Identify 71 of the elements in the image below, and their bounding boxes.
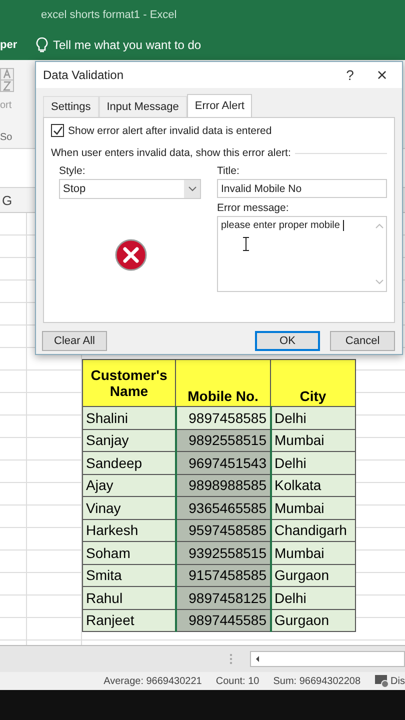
table-cell: Soham: [82, 542, 176, 564]
text-cursor-icon: [243, 237, 249, 251]
table-cell: Shalini: [82, 406, 176, 429]
display-settings-icon[interactable]: [374, 674, 389, 688]
table-cell: Delhi: [270, 452, 356, 474]
ribbon-tab[interactable]: per: [0, 39, 36, 51]
table-cell: 9392558515: [176, 542, 270, 564]
help-button[interactable]: ?: [334, 67, 366, 83]
title-field[interactable]: Invalid Mobile No: [217, 179, 387, 198]
sort-icon[interactable]: [0, 68, 14, 92]
table-cell: 9897445585: [176, 609, 270, 632]
chevron-down-icon: [188, 186, 196, 192]
table-cell: Delhi: [270, 406, 356, 429]
column-header[interactable]: G: [2, 192, 22, 208]
scroll-up-icon[interactable]: [374, 223, 384, 229]
error-message-field[interactable]: please enter proper mobile: [217, 216, 387, 292]
table-cell: Smita: [82, 564, 176, 586]
group-label: When user enters invalid data, show this error alert:: [51, 147, 291, 159]
field-label: Style:: [59, 165, 86, 177]
tell-me-search[interactable]: Tell me what you want to do: [36, 37, 202, 53]
table-cell: 9365465585: [176, 496, 270, 519]
field-label: Title:: [217, 165, 240, 177]
scroll-left-icon[interactable]: [254, 655, 262, 663]
dialog-button[interactable]: OK: [254, 331, 320, 351]
table-header-cell: Customer's Name: [82, 360, 176, 406]
dialog-button[interactable]: Clear All: [42, 331, 107, 351]
table-cell: 9897458585: [176, 406, 270, 429]
horizontal-scrollbar[interactable]: [250, 651, 405, 667]
table-header-cell: Mobile No.: [176, 360, 270, 406]
style-dropdown[interactable]: Stop: [59, 179, 201, 199]
table-header-cell: City: [270, 360, 356, 406]
field-label: Error message:: [217, 202, 290, 214]
dialog-button[interactable]: Cancel: [330, 331, 396, 351]
ribbon-label[interactable]: So: [0, 132, 12, 143]
scroll-down-icon[interactable]: [374, 279, 384, 285]
table-cell: Delhi: [270, 586, 356, 609]
table-cell: 9898988585: [176, 474, 270, 496]
table-cell: Ranjeet: [82, 609, 176, 632]
checkbox-label[interactable]: Show error alert after invalid data is entered: [68, 124, 272, 136]
dialog-title: Data Validation: [43, 68, 124, 82]
table-cell: Sandeep: [82, 452, 176, 474]
tab[interactable]: Settings: [43, 96, 99, 117]
lightbulb-icon: [36, 37, 48, 53]
table-cell: Gurgaon: [270, 609, 356, 632]
table-cell: 9697451543: [176, 452, 270, 474]
close-button[interactable]: ×: [366, 64, 398, 86]
table-cell: Chandigarh: [270, 519, 356, 542]
error-icon: [115, 239, 147, 271]
table-cell: 9892558515: [176, 429, 270, 452]
tab[interactable]: Error Alert: [186, 94, 252, 117]
table-cell: 9157458585: [176, 564, 270, 586]
table-cell: 9897458125: [176, 586, 270, 609]
status-text: Sum: 96694302208: [273, 676, 361, 686]
table-cell: Mumbai: [270, 542, 356, 564]
table-cell: Kolkata: [270, 474, 356, 496]
tab[interactable]: Input Message: [98, 96, 187, 117]
status-text[interactable]: Dis: [390, 676, 405, 686]
table-cell: Ajay: [82, 474, 176, 496]
table-cell: Vinay: [82, 496, 176, 519]
window-title: excel shorts format1 - Excel: [41, 9, 177, 21]
table-cell: 9597458585: [176, 519, 270, 542]
table-cell: Mumbai: [270, 429, 356, 452]
table-cell: Harkesh: [82, 519, 176, 542]
table-cell: Gurgaon: [270, 564, 356, 586]
table-cell: Sanjay: [82, 429, 176, 452]
table-cell: Rahul: [82, 586, 176, 609]
status-text: Average: 9669430221: [104, 676, 202, 686]
table-cell: Mumbai: [270, 496, 356, 519]
checkbox[interactable]: [51, 124, 64, 137]
status-text: Count: 10: [216, 676, 260, 686]
split-handle-icon[interactable]: [230, 654, 232, 664]
